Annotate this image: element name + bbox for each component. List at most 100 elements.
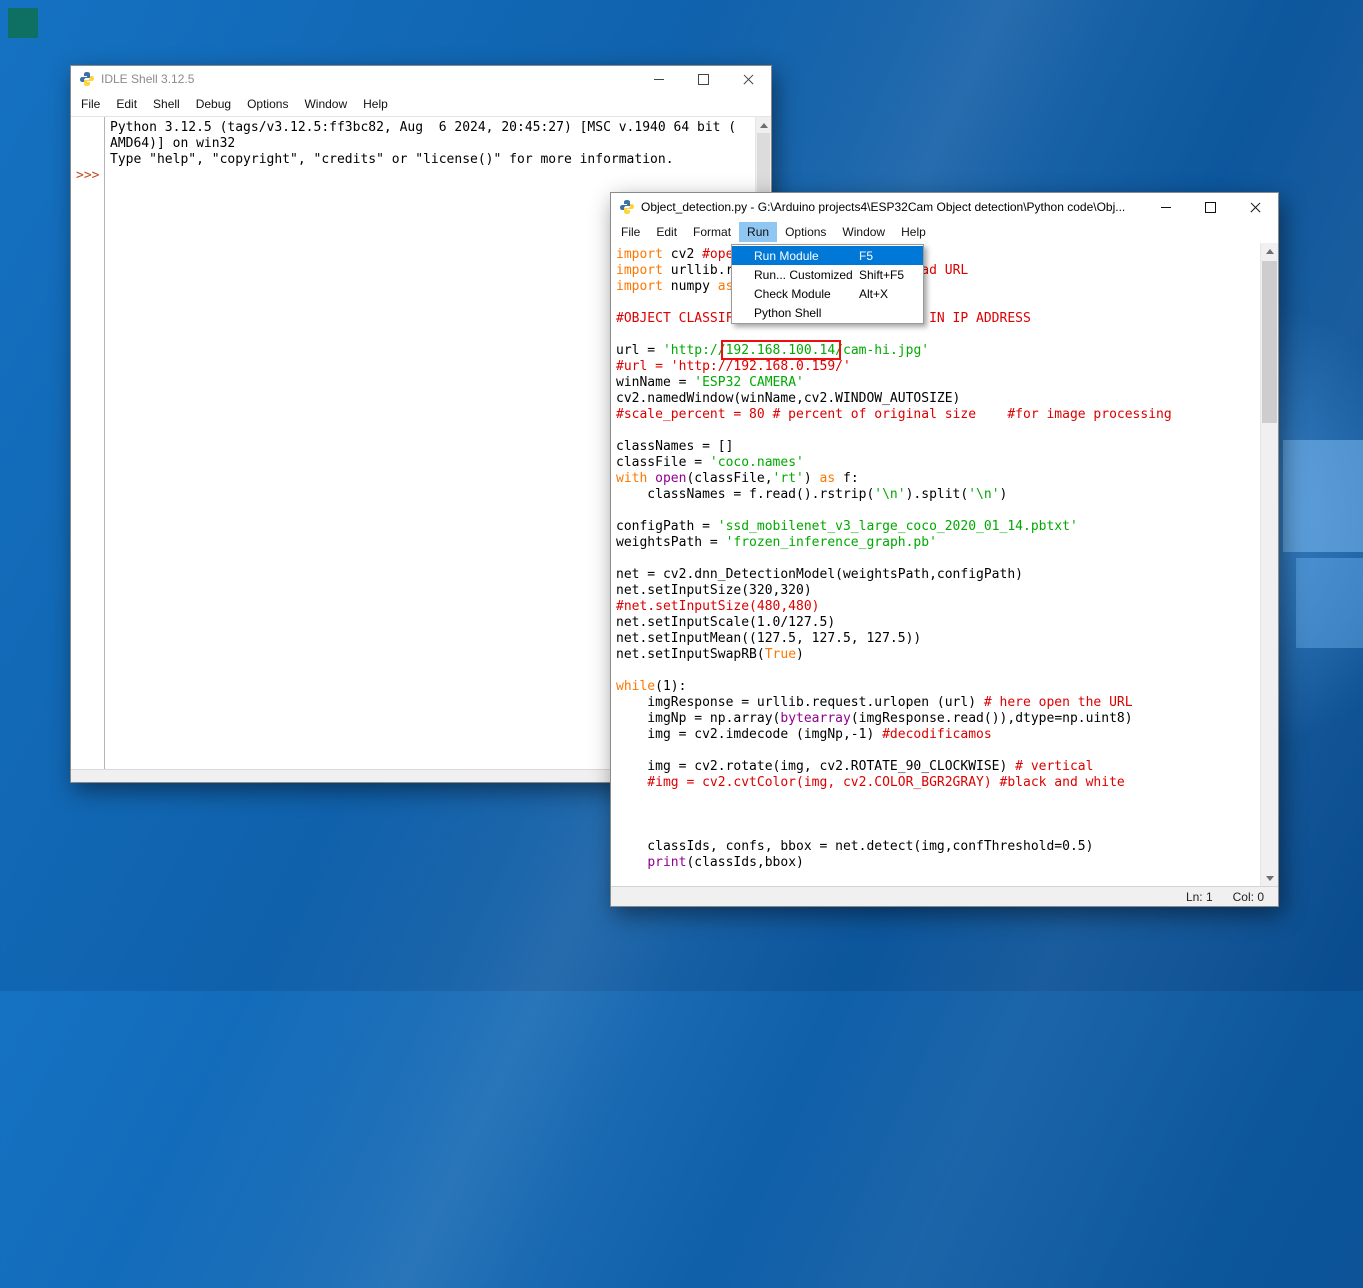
run-menu-item-run-module[interactable]: Run ModuleF5 — [732, 246, 923, 265]
maximize-icon — [698, 74, 709, 85]
run-dropdown: Run ModuleF5Run... CustomizedShift+F5Che… — [731, 244, 924, 324]
editor-minimize-button[interactable] — [1143, 193, 1188, 221]
minimize-icon — [1161, 207, 1171, 208]
desktop-corner-accent — [8, 8, 38, 38]
menu-item-shortcut: Alt+X — [859, 287, 888, 301]
code-segment: with — [616, 471, 647, 486]
menu-item-file[interactable]: File — [613, 222, 648, 242]
code-line: net.setInputScale(1.0/127.5) — [616, 615, 1261, 631]
shell-output-line: Type "help", "copyright", "credits" or "… — [110, 152, 756, 168]
code-line: configPath = 'ssd_mobilenet_v3_large_coc… — [616, 519, 1261, 535]
menu-item-run[interactable]: Run — [739, 222, 777, 242]
menu-item-edit[interactable]: Edit — [108, 94, 145, 114]
desktop: { "colors": { "keyword": "#ff7700", "str… — [0, 0, 1363, 991]
editor-maximize-button[interactable] — [1188, 193, 1233, 221]
code-line: import cv2 #opencv — [616, 247, 1261, 263]
shell-close-button[interactable] — [726, 66, 771, 92]
run-menu-item-python-shell[interactable]: Python Shell — [732, 303, 923, 322]
code-segment: 'rt' — [773, 471, 804, 486]
shell-maximize-button[interactable] — [681, 66, 726, 92]
code-segment: (1): — [655, 679, 686, 694]
code-segment: (classFile, — [686, 471, 772, 486]
close-icon — [1250, 202, 1261, 213]
code-line: while(1): — [616, 679, 1261, 695]
code-line: import urllib.request # here we will rea… — [616, 263, 1261, 279]
shell-titlebar[interactable]: IDLE Shell 3.12.5 — [71, 66, 771, 92]
code-segment: winName = — [616, 375, 694, 390]
code-line: #img = cv2.cvtColor(img, cv2.COLOR_BGR2G… — [616, 775, 1261, 791]
shell-prompt-margin — [71, 117, 105, 770]
code-line: #net.setInputSize(480,480) — [616, 599, 1261, 615]
code-segment: ) — [1000, 487, 1008, 502]
code-segment: classFile = — [616, 455, 710, 470]
code-line: #scale_percent = 80 # percent of origina… — [616, 407, 1261, 423]
editor-scrollbar[interactable] — [1260, 243, 1278, 887]
code-segment: /cam-hi.jpg' — [835, 343, 929, 358]
code-segment: #url = 'http://192.168.0.159/' — [616, 359, 851, 374]
shell-output-line: AMD64)] on win32 — [110, 136, 756, 152]
menu-item-debug[interactable]: Debug — [188, 94, 239, 114]
menu-item-options[interactable]: Options — [777, 222, 834, 242]
menu-item-options[interactable]: Options — [239, 94, 296, 114]
editor-titlebar[interactable]: Object_detection.py - G:\Arduino project… — [611, 193, 1278, 221]
editor-window[interactable]: Object_detection.py - G:\Arduino project… — [610, 192, 1279, 907]
run-menu-item-run-customized[interactable]: Run... CustomizedShift+F5 — [732, 265, 923, 284]
code-segment: #scale_percent = 80 # percent of origina… — [616, 407, 1172, 422]
scroll-up-icon[interactable] — [1261, 243, 1278, 260]
code-segment: (classIds,bbox) — [686, 855, 803, 870]
menu-item-window[interactable]: Window — [296, 94, 355, 114]
code-segment: # vertical — [1015, 759, 1093, 774]
menu-item-shortcut: F5 — [859, 249, 873, 263]
menu-item-help[interactable]: Help — [355, 94, 396, 114]
wallpaper-logo-pane — [1283, 440, 1363, 552]
editor-close-button[interactable] — [1233, 193, 1278, 221]
code-line: net.setInputSize(320,320) — [616, 583, 1261, 599]
python-file-icon — [619, 199, 635, 215]
code-line: print(classIds,bbox) — [616, 855, 1261, 871]
code-editor-area[interactable]: import cv2 #opencvimport urllib.request … — [611, 243, 1261, 887]
scroll-up-icon[interactable] — [756, 117, 771, 134]
run-menu-item-check-module[interactable]: Check Module Alt+X — [732, 284, 923, 303]
code-line — [616, 423, 1261, 439]
code-line: cv2.namedWindow(winName,cv2.WINDOW_AUTOS… — [616, 391, 1261, 407]
code-segment: classNames = f.read().rstrip( — [616, 487, 874, 502]
scroll-down-icon[interactable] — [1261, 870, 1278, 887]
menu-item-label: Python Shell — [754, 306, 821, 320]
menu-item-file[interactable]: File — [73, 94, 108, 114]
code-segment: # here open the URL — [984, 695, 1133, 710]
code-line — [616, 663, 1261, 679]
code-line: net.setInputMean((127.5, 127.5, 127.5)) — [616, 631, 1261, 647]
code-segment: ).split( — [906, 487, 969, 502]
code-segment: img = cv2.rotate(img, cv2.ROTATE_90_CLOC… — [616, 759, 1015, 774]
code-segment: classIds, confs, bbox = net.detect(img,c… — [616, 839, 1093, 854]
editor-scrollbar-thumb[interactable] — [1262, 261, 1277, 423]
code-segment: print — [647, 855, 686, 870]
menu-item-window[interactable]: Window — [834, 222, 893, 242]
code-line: imgNp = np.array(bytearray(imgResponse.r… — [616, 711, 1261, 727]
code-segment: #img = cv2.cvtColor(img, cv2.COLOR_BGR2G… — [616, 775, 1125, 790]
code-line — [616, 823, 1261, 839]
code-segment: numpy — [663, 279, 718, 294]
code-segment: 'ESP32 CAMERA' — [694, 375, 804, 390]
menu-item-format[interactable]: Format — [685, 222, 739, 242]
code-segment: net.setInputSwapRB( — [616, 647, 765, 662]
menu-item-help[interactable]: Help — [893, 222, 934, 242]
shell-prompt: >>> — [76, 168, 99, 184]
code-line: #OBJECT CLASSIFICATION USING LIVE VIDEO … — [616, 311, 1261, 327]
editor-window-title: Object_detection.py - G:\Arduino project… — [641, 200, 1143, 214]
code-area-lines: import cv2 #opencvimport urllib.request … — [616, 247, 1261, 871]
menu-item-label: Check Module — [754, 287, 831, 301]
code-segment: imgResponse = urllib.request.urlopen (ur… — [616, 695, 984, 710]
code-segment: #net.setInputSize(480,480) — [616, 599, 820, 614]
code-segment: net.setInputMean((127.5, 127.5, 127.5)) — [616, 631, 921, 646]
code-segment: True — [765, 647, 796, 662]
code-segment: ) — [796, 647, 804, 662]
wallpaper-logo-pane-2 — [1296, 558, 1363, 648]
code-segment: bytearray — [780, 711, 850, 726]
close-icon — [743, 74, 754, 85]
menu-item-shell[interactable]: Shell — [145, 94, 188, 114]
code-segment: as — [820, 471, 836, 486]
menu-item-edit[interactable]: Edit — [648, 222, 685, 242]
code-segment: '\n' — [874, 487, 905, 502]
shell-minimize-button[interactable] — [636, 66, 681, 92]
